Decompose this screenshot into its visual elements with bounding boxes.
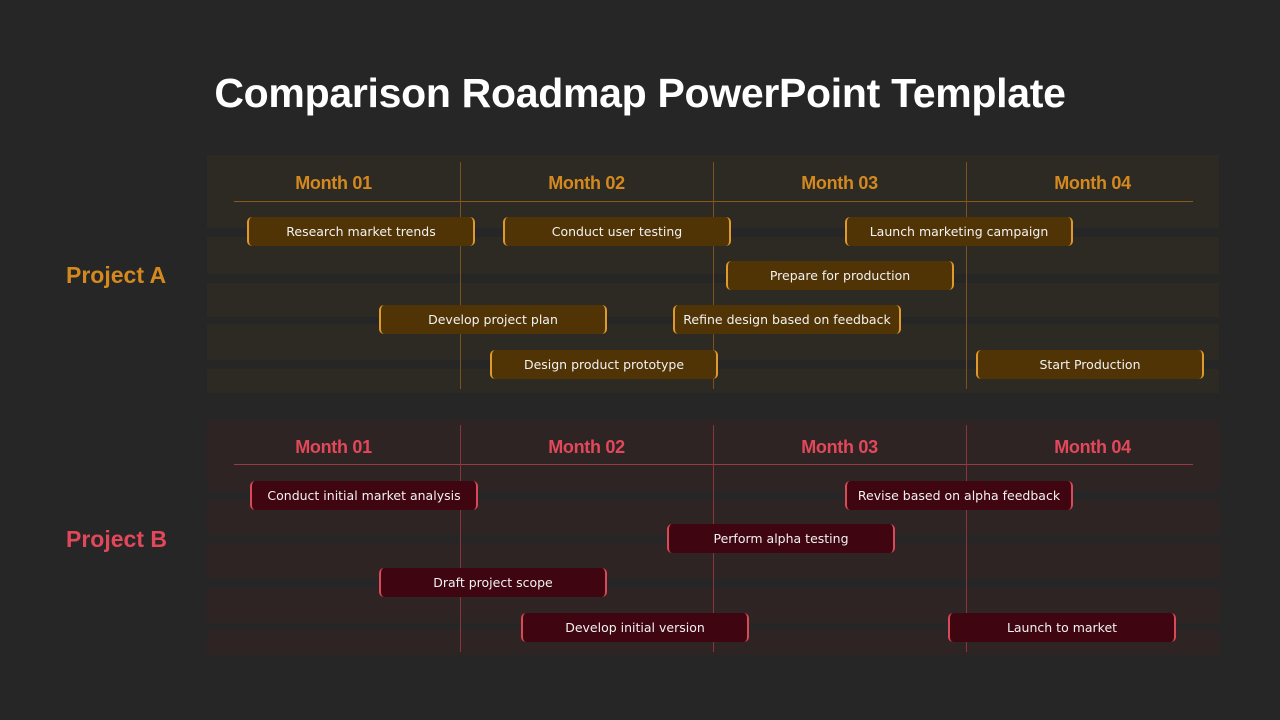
project-b-timeline: Month 01 Month 02 Month 03 Month 04 Cond… [207,420,1219,655]
project-a-label: Project A [66,262,167,288]
month-header-1: Month 01 [295,437,372,457]
month-divider [460,425,461,652]
month-divider [460,162,461,389]
task-bar[interactable]: Draft project scope [379,568,607,597]
task-bar[interactable]: Conduct initial market analysis [250,481,478,510]
task-bar[interactable]: Conduct user testing [503,217,731,246]
month-header-4: Month 04 [1054,437,1131,457]
month-header-4: Month 04 [1054,173,1131,193]
task-bar[interactable]: Research market trends [247,217,475,246]
task-bar[interactable]: Develop project plan [379,305,607,334]
month-header-2: Month 02 [548,173,625,193]
task-bar[interactable]: Design product prototype [490,350,718,379]
task-bar[interactable]: Prepare for production [726,261,954,290]
task-bar[interactable]: Perform alpha testing [667,524,895,553]
task-bar[interactable]: Develop initial version [521,613,749,642]
task-bar[interactable]: Refine design based on feedback [673,305,901,334]
project-b-label: Project B [66,526,167,552]
project-a-timeline: Month 01 Month 02 Month 03 Month 04 Rese… [207,155,1219,393]
month-divider [966,162,967,389]
task-bar[interactable]: Revise based on alpha feedback [845,481,1073,510]
slide-title: Comparison Roadmap PowerPoint Template [214,70,1066,116]
month-header-3: Month 03 [801,437,878,457]
task-bar[interactable]: Start Production [976,350,1204,379]
task-bar[interactable]: Launch marketing campaign [845,217,1073,246]
month-header-3: Month 03 [801,173,878,193]
month-header-1: Month 01 [295,173,372,193]
month-header-2: Month 02 [548,437,625,457]
task-bar[interactable]: Launch to market [948,613,1176,642]
